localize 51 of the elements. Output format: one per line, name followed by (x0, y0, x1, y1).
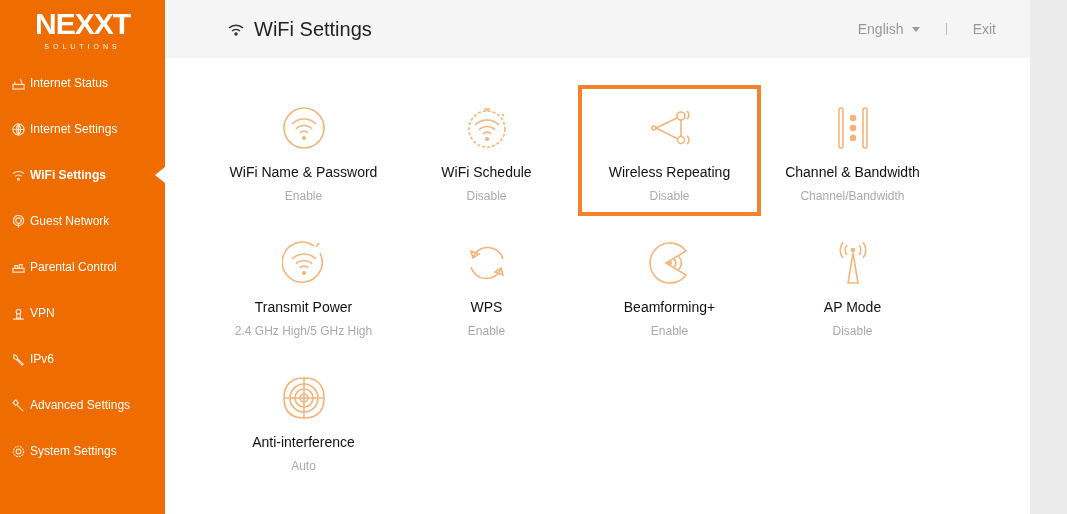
language-dropdown[interactable]: English (857, 18, 920, 40)
caret-icon (911, 26, 920, 32)
signal-power-icon (281, 241, 326, 285)
wifi-icon (228, 22, 244, 36)
tile-title: Anti-interference (252, 433, 355, 452)
sidebar-item[interactable]: Guest Network (0, 198, 165, 244)
tile-status: Enable (650, 323, 689, 340)
wifi-icon (281, 106, 326, 150)
settings-tile[interactable]: WiFi Schedule Disable (395, 85, 578, 216)
tile-title: AP Mode (823, 298, 882, 317)
target-icon (281, 376, 326, 420)
sidebar-item[interactable]: VPN (0, 290, 165, 336)
tile-title: WiFi Name & Password (229, 163, 378, 182)
page-title: WiFi Settings (254, 17, 372, 42)
tile-title: Wireless Repeating (608, 163, 731, 182)
tile-status: 2.4 GHz High/5 GHz High (234, 323, 373, 340)
tile-status: Disable (832, 323, 873, 340)
tile-status: Enable (467, 323, 506, 340)
sidebar-item[interactable]: Advanced Settings (0, 382, 165, 428)
sidebar-item[interactable]: Internet Settings (0, 106, 165, 152)
settings-tile[interactable]: Transmit Power 2.4 GHz High/5 GHz High (212, 220, 395, 351)
globe-icon (12, 122, 25, 136)
tile-status: Auto (291, 458, 316, 475)
tile-title: Transmit Power (254, 298, 353, 317)
tile-status: Disable (649, 188, 690, 205)
tile-title: Beamforming+ (623, 298, 716, 317)
hotspot-icon (12, 214, 25, 228)
wifi-icon (12, 168, 25, 182)
settings-tile[interactable]: Channel & Bandwidth Channel/Bandwidth (761, 85, 944, 216)
tile-status: Enable (284, 188, 323, 205)
tile-title: WiFi Schedule (441, 163, 532, 182)
settings-tile[interactable]: WPS Enable (395, 220, 578, 351)
wrench-icon (12, 352, 25, 366)
tile-status: Channel/Bandwidth (800, 188, 905, 205)
settings-tile[interactable]: Beamforming+ Enable (578, 220, 761, 351)
gear-icon (12, 444, 25, 458)
sidebar-item[interactable]: Parental Control (0, 244, 165, 290)
sidebar-item[interactable]: IPv6 (0, 336, 165, 382)
settings-tile[interactable]: Anti-interference Auto (212, 355, 395, 486)
exit-link[interactable]: Exit (972, 18, 996, 40)
sidebar-item[interactable]: System Settings (0, 428, 165, 474)
router-icon (12, 76, 25, 90)
logo-wordmark: NEXXT (35, 8, 130, 40)
hammer-icon (12, 398, 25, 412)
sidebar-item[interactable]: Internet Status (0, 60, 165, 106)
settings-tile[interactable]: AP Mode Disable (761, 220, 944, 351)
tile-status: Disable (466, 188, 507, 205)
tile-title: WPS (470, 298, 503, 317)
tile-title: Channel & Bandwidth (785, 163, 920, 182)
settings-tile[interactable]: Wireless Repeating Disable (578, 85, 761, 216)
settings-tile[interactable]: WiFi Name & Password Enable (212, 85, 395, 216)
